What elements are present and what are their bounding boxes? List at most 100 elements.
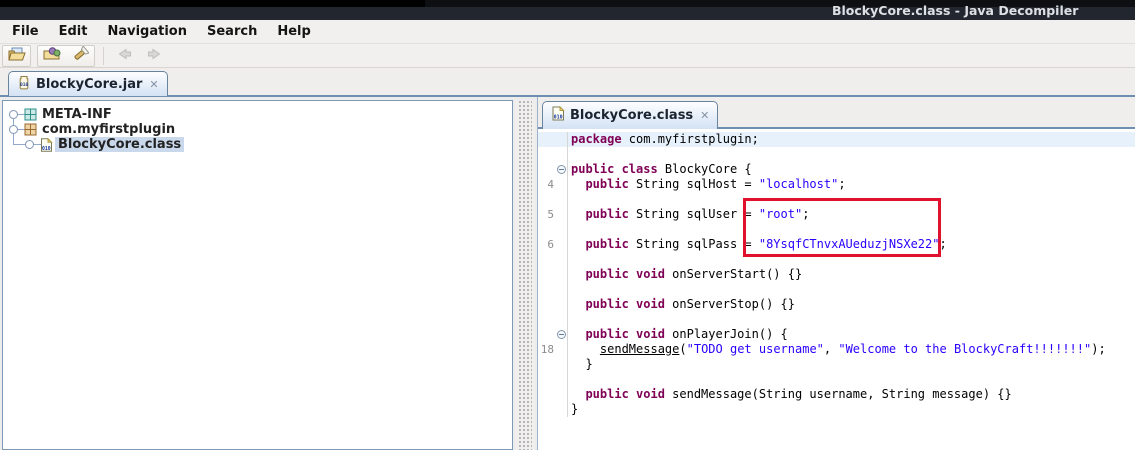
- code-line: [538, 372, 1135, 387]
- line-number: [538, 192, 568, 207]
- line-number: [538, 282, 568, 297]
- editor-panel: 010 BlockyCore.class ✕ package com.myfir…: [537, 97, 1135, 450]
- jar-icon: 010: [17, 75, 31, 94]
- tab-blockycore-jar[interactable]: 010 BlockyCore.jar ✕: [8, 71, 168, 96]
- close-icon[interactable]: ✕: [700, 109, 709, 122]
- menu-item-navigation[interactable]: Navigation: [97, 21, 197, 43]
- code-line: package com.myfirstplugin;: [538, 132, 1135, 147]
- arrow-left-icon: [117, 46, 133, 65]
- search-button[interactable]: [66, 46, 94, 66]
- close-icon[interactable]: ✕: [149, 78, 158, 91]
- forward-button[interactable]: [139, 45, 168, 67]
- code-line: 18 sendMessage("TODO get username", "Wel…: [538, 342, 1135, 357]
- line-number: 5: [538, 207, 568, 222]
- code-line: public void onServerStop() {}: [538, 297, 1135, 312]
- editor-tab-bar: 010 BlockyCore.class ✕: [538, 97, 1135, 129]
- tab-label: BlockyCore.jar: [36, 77, 142, 92]
- tree-expand-handle[interactable]: [9, 125, 18, 134]
- tree-item-label[interactable]: META-INF: [39, 107, 115, 122]
- jar-tab-bar: 010 BlockyCore.jar ✕: [0, 68, 1135, 97]
- tree-item-blockycore-class[interactable]: 010 BlockyCore.class: [3, 137, 512, 152]
- line-number: 18: [538, 342, 568, 357]
- open-type-button[interactable]: [38, 46, 66, 66]
- code-text: [568, 147, 571, 162]
- back-button[interactable]: [110, 45, 139, 67]
- code-line: [538, 312, 1135, 327]
- code-editor[interactable]: package com.myfirstplugin; public class B…: [538, 129, 1135, 450]
- code-line: public void onServerStart() {}: [538, 267, 1135, 282]
- menu-item-file[interactable]: File: [2, 21, 49, 43]
- code-line: public class BlockyCore {: [538, 162, 1135, 177]
- tree-item-com-myfirstplugin[interactable]: com.myfirstplugin: [3, 122, 512, 137]
- line-number: [538, 147, 568, 162]
- tree: META-INFcom.myfirstplugin 010 BlockyCore.c…: [3, 101, 512, 449]
- split-pane-divider[interactable]: [515, 100, 535, 450]
- svg-text:010: 010: [20, 82, 29, 88]
- code-text: [568, 282, 571, 297]
- splitter-grip: [518, 100, 532, 450]
- line-number: [538, 357, 568, 372]
- svg-text:010: 010: [42, 146, 51, 152]
- code-line: [538, 282, 1135, 297]
- line-number: [538, 252, 568, 267]
- title-bar: BlockyCore.class - Java Decompiler: [0, 0, 1135, 20]
- code-line: public void onPlayerJoin() {: [538, 327, 1135, 342]
- code-line: }: [538, 357, 1135, 372]
- code-line: [538, 147, 1135, 162]
- menu-item-edit[interactable]: Edit: [49, 21, 98, 43]
- line-number: [538, 387, 568, 402]
- code-text: public void onServerStart() {}: [568, 267, 802, 282]
- code-text: [568, 372, 571, 387]
- annotation-red-box: [743, 198, 941, 257]
- code-text: sendMessage("TODO get username", "Welcom…: [568, 342, 1106, 357]
- menu-item-help[interactable]: Help: [267, 21, 320, 43]
- folder-classes-icon: [43, 46, 61, 66]
- code-text: public void onPlayerJoin() {: [568, 327, 788, 342]
- fold-collapse-icon[interactable]: [557, 165, 566, 174]
- line-number: [538, 132, 568, 147]
- window-title: BlockyCore.class - Java Decompiler: [832, 3, 1078, 18]
- package-orange-icon: [24, 123, 37, 136]
- tree-item-label[interactable]: com.myfirstplugin: [39, 122, 178, 137]
- class-file-icon: 010: [40, 138, 53, 151]
- line-number: 6: [538, 237, 568, 252]
- tab-label: BlockyCore.class: [570, 108, 693, 123]
- class-file-icon: 010: [551, 106, 565, 125]
- app-window: BlockyCore.class - Java Decompiler FileE…: [0, 0, 1135, 450]
- tree-expand-handle[interactable]: [25, 140, 34, 149]
- code-text: [568, 192, 571, 207]
- titlebar-strip-left: [0, 0, 425, 7]
- open-file-button[interactable]: [2, 45, 31, 67]
- tree-expand-handle[interactable]: [9, 110, 18, 119]
- code-text: public void sendMessage(String username,…: [568, 387, 1012, 402]
- code-text: public void onServerStop() {}: [568, 297, 795, 312]
- svg-text:010: 010: [554, 114, 563, 120]
- line-number: [538, 402, 568, 417]
- tab-blockycore-class[interactable]: 010 BlockyCore.class ✕: [542, 101, 718, 129]
- folder-open-icon: [8, 46, 26, 66]
- code-line: public void sendMessage(String username,…: [538, 387, 1135, 402]
- arrow-right-icon: [146, 46, 162, 65]
- fold-collapse-icon[interactable]: [557, 330, 566, 339]
- line-number: [538, 297, 568, 312]
- menu-bar: FileEditNavigationSearchHelp: [0, 20, 1135, 44]
- menu-item-search[interactable]: Search: [197, 21, 267, 43]
- code-text: public String sqlHost = "localhost";: [568, 177, 846, 192]
- toolbar-separator: [103, 47, 104, 65]
- tree-item-label[interactable]: BlockyCore.class: [55, 137, 184, 152]
- code-text: public class BlockyCore {: [568, 162, 752, 177]
- code-line: 4 public String sqlHost = "localhost";: [538, 177, 1135, 192]
- code-text: }: [568, 402, 578, 417]
- code-text: }: [568, 357, 593, 372]
- tree-item-meta-inf[interactable]: META-INF: [3, 107, 512, 122]
- line-number: [538, 372, 568, 387]
- line-number: [538, 222, 568, 237]
- line-number: [538, 312, 568, 327]
- archive-tree-panel: META-INFcom.myfirstplugin 010 BlockyCore.c…: [2, 100, 513, 450]
- flashlight-icon: [71, 46, 89, 66]
- method-link[interactable]: sendMessage: [600, 342, 679, 356]
- line-number: 4: [538, 177, 568, 192]
- code-lines: package com.myfirstplugin; public class B…: [538, 132, 1135, 417]
- package-teal-icon: [24, 108, 37, 121]
- code-text: [568, 222, 571, 237]
